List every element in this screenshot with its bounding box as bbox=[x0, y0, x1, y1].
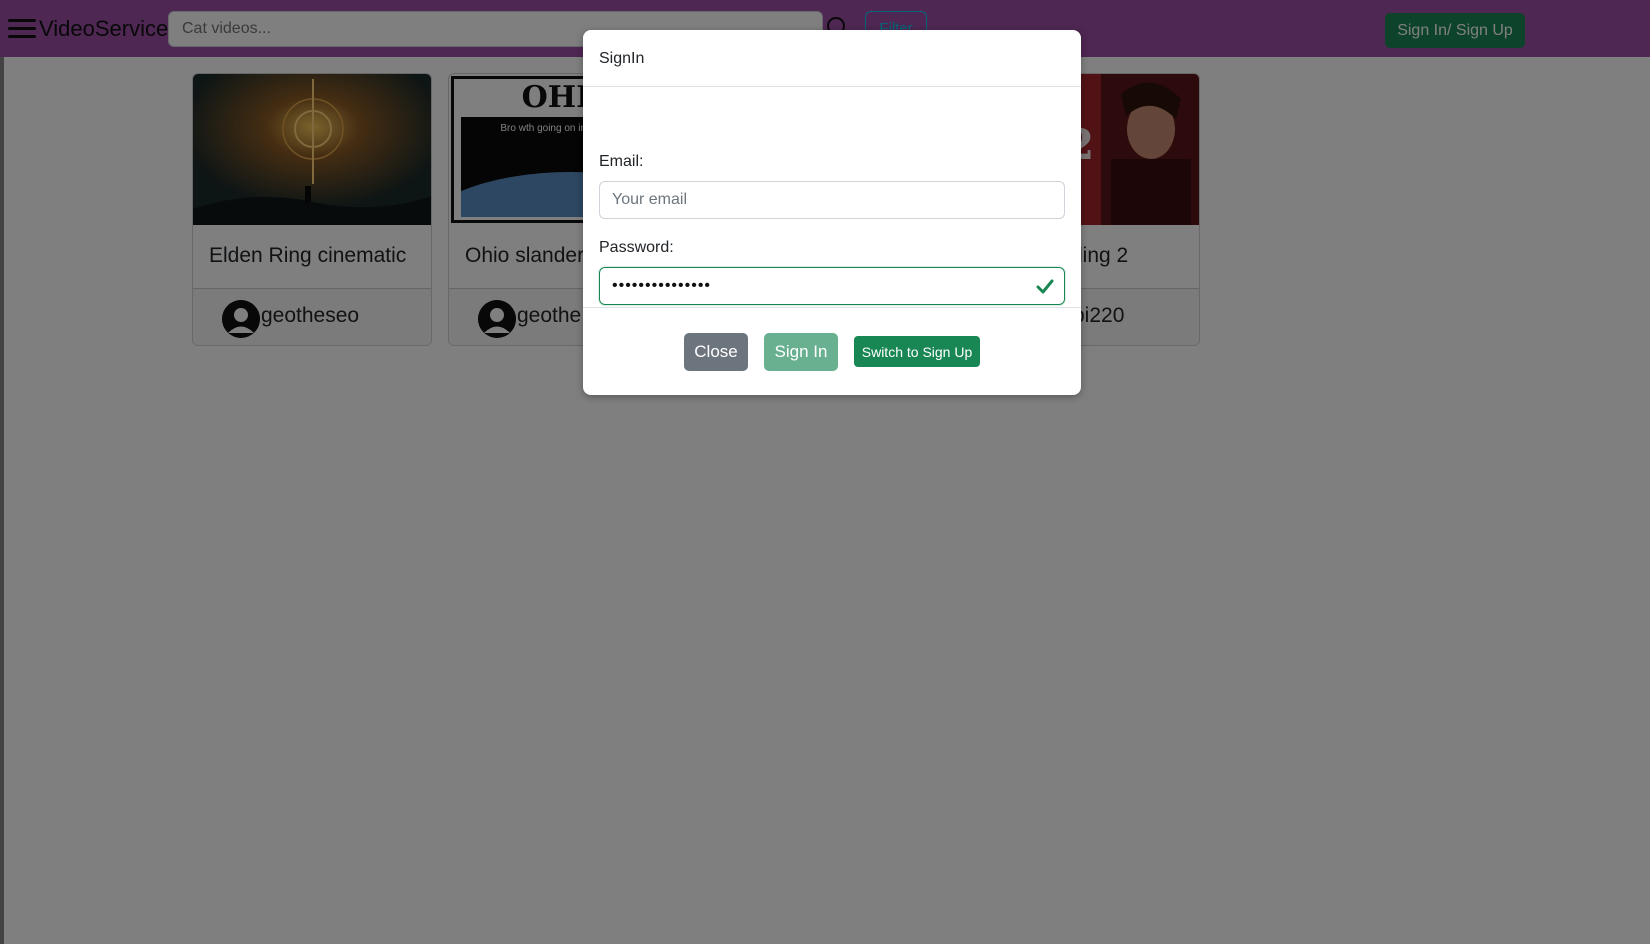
password-value: ••••••••••••••• bbox=[612, 277, 712, 294]
modal-footer-divider bbox=[583, 307, 1081, 308]
modal-header: SignIn bbox=[583, 30, 1081, 87]
password-label: Password: bbox=[599, 239, 674, 256]
signin-button[interactable]: Sign In bbox=[764, 333, 838, 371]
modal-title: SignIn bbox=[599, 50, 645, 67]
switch-to-signup-button[interactable]: Switch to Sign Up bbox=[854, 336, 980, 367]
password-field[interactable]: ••••••••••••••• bbox=[599, 267, 1065, 305]
check-icon bbox=[1036, 279, 1054, 294]
close-button[interactable]: Close bbox=[684, 333, 748, 371]
email-field[interactable]: Your email bbox=[599, 181, 1065, 219]
email-label: Email: bbox=[599, 153, 644, 170]
signin-modal: SignIn Email: Your email Password: •••••… bbox=[583, 30, 1081, 395]
window-edge bbox=[0, 57, 4, 944]
